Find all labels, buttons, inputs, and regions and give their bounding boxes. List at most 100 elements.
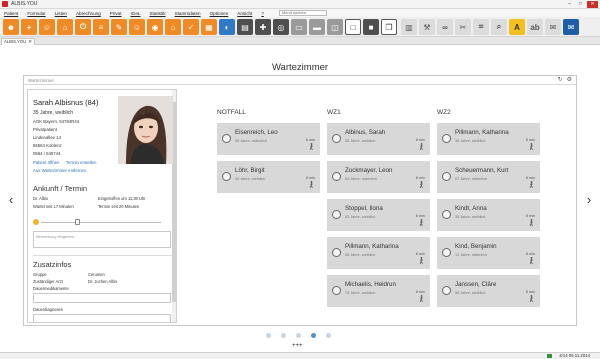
page-dot[interactable]: [296, 333, 301, 338]
people-icon[interactable]: ☺: [129, 19, 145, 35]
patient-age: 35 Jahre, weiblich: [33, 110, 74, 116]
menu-item-statistik[interactable]: Statistik: [149, 11, 165, 16]
menu-item-abrechnung[interactable]: Abrechnung: [76, 11, 101, 16]
page-dot[interactable]: [266, 333, 271, 338]
mail-icon[interactable]: ✉: [563, 19, 579, 35]
priority-slider-track[interactable]: [41, 222, 161, 223]
select-radio[interactable]: [222, 172, 231, 181]
person-add-icon[interactable]: +: [21, 19, 37, 35]
notes-input[interactable]: Bemerkung eingeben...: [33, 231, 171, 248]
home-icon[interactable]: ⌂: [165, 19, 181, 35]
card-desc: 35 Jahre, weiblich: [455, 215, 486, 219]
menu-item-optionen[interactable]: Optionen: [210, 11, 229, 16]
priority-slider-handle[interactable]: [75, 219, 80, 225]
target-icon[interactable]: ◎: [273, 19, 289, 35]
close-button[interactable]: ✕: [587, 1, 598, 8]
patient-card[interactable]: Albinus, Sarah 35 Jahre, weiblich 8 min: [327, 123, 430, 155]
select-radio[interactable]: [332, 286, 341, 295]
menu-item-patient[interactable]: Patient: [4, 11, 18, 16]
patient-card[interactable]: Scheuermann, Kurt 67 Jahre, männlich 8 m…: [437, 161, 540, 193]
menu-item-formular[interactable]: Formular: [27, 11, 45, 16]
card-desc: 55 Jahre, männlich: [235, 139, 268, 143]
medic-icon[interactable]: ✚: [255, 19, 271, 35]
patient-card[interactable]: Löhr, Birgit 35 Jahre, weiblich 8 min: [217, 161, 320, 193]
responsible-doctor-value: Dr. Jochen Albis: [88, 279, 118, 284]
square-dark-icon[interactable]: ■: [363, 19, 379, 35]
patient-card[interactable]: Zuckmayer, Leon 64 Jahre, männlich 8 min: [327, 161, 430, 193]
patient-card[interactable]: Pillmann, Katharina 36 Jahre, weiblich 8…: [437, 123, 540, 155]
add-waiting-room-button[interactable]: +++: [292, 343, 303, 349]
person-icon[interactable]: ☻: [3, 19, 19, 35]
patient-card[interactable]: Pillmann, Katharina 36 Jahre, weiblich 8…: [327, 237, 430, 269]
walking-person-icon: [419, 219, 423, 226]
create-appointment-link[interactable]: Termin erstellen: [66, 160, 96, 165]
card-wait-time: 8 min: [525, 252, 535, 256]
page-dot[interactable]: [281, 333, 286, 338]
tab-albis-you[interactable]: ALBIS.YOU ✕: [1, 38, 35, 45]
camera-icon[interactable]: ◉: [147, 19, 163, 35]
page-dot[interactable]: [326, 333, 331, 338]
patient-card[interactable]: Janssen, Cläre 58 Jahre, weiblich 8 min: [437, 275, 540, 307]
link-icon[interactable]: ∞: [437, 19, 453, 35]
patient-card[interactable]: Michaelis, Heidrun 78 Jahre, weiblich 8 …: [327, 275, 430, 307]
group-icon[interactable]: ☺: [39, 19, 55, 35]
menu-item-igel[interactable]: IGeL: [131, 11, 141, 16]
tag-icon[interactable]: ⌗: [473, 19, 489, 35]
next-page-button[interactable]: ›: [583, 192, 595, 207]
chart-icon[interactable]: ▤: [237, 19, 253, 35]
menu-item-privat[interactable]: Privat: [110, 11, 122, 16]
refresh-icon[interactable]: ↻: [558, 76, 563, 85]
menu-item-help[interactable]: ?: [261, 11, 264, 16]
edit-icon[interactable]: ✎: [111, 19, 127, 35]
text-a-icon[interactable]: A: [509, 19, 525, 35]
settings-gear-icon[interactable]: ⚙: [567, 76, 572, 85]
calendar-icon[interactable]: ▦: [201, 19, 217, 35]
text-ab-icon[interactable]: ab: [527, 19, 543, 35]
check-icon[interactable]: ✓: [183, 19, 199, 35]
menu-item-ansicht[interactable]: Ansicht: [237, 11, 252, 16]
patient-card[interactable]: Kind, Benjamin 12 Jahre, männlich 8 min: [437, 237, 540, 269]
menu-search-input[interactable]: Menü suchen: [278, 10, 327, 16]
select-radio[interactable]: [442, 210, 451, 219]
power-icon[interactable]: ⏻: [75, 19, 91, 35]
maximize-button[interactable]: □: [576, 1, 585, 8]
menu-item-listen[interactable]: Listen: [55, 11, 67, 16]
menu-item-stammdaten[interactable]: Stammdaten: [175, 11, 201, 16]
open-patient-link[interactable]: Patient öffnen: [33, 160, 59, 165]
column-title-notfall: NOTFALL: [217, 109, 246, 116]
select-radio[interactable]: [222, 134, 231, 143]
cards-icon[interactable]: ▭: [291, 19, 307, 35]
patient-card[interactable]: Eisenreich, Leo 55 Jahre, männlich 8 min: [217, 123, 320, 155]
minimize-button[interactable]: –: [565, 1, 574, 8]
select-radio[interactable]: [442, 248, 451, 257]
square-outline-icon[interactable]: □: [345, 19, 361, 35]
note-icon[interactable]: ✉: [545, 19, 561, 35]
document-icon[interactable]: ≡: [93, 19, 109, 35]
search-icon[interactable]: ⌕: [491, 19, 507, 35]
user-card-icon[interactable]: ◐: [219, 19, 235, 35]
remove-from-waiting-link[interactable]: Aus Wartezimmer entfernen: [33, 168, 86, 173]
select-radio[interactable]: [442, 286, 451, 295]
diagnoses-field[interactable]: [33, 314, 171, 322]
patient-card[interactable]: Kindt, Anna 35 Jahre, weiblich 8 min: [437, 199, 540, 231]
card-name: Kind, Benjamin: [455, 243, 497, 250]
copy-icon[interactable]: ❐: [381, 19, 397, 35]
wrench-icon[interactable]: ⚒: [419, 19, 435, 35]
page-dot-active[interactable]: [311, 333, 316, 338]
select-radio[interactable]: [442, 172, 451, 181]
medications-field[interactable]: [33, 293, 171, 303]
select-radio[interactable]: [332, 172, 341, 181]
box-icon[interactable]: ◫: [327, 19, 343, 35]
select-radio[interactable]: [442, 134, 451, 143]
prev-page-button[interactable]: ‹: [5, 192, 17, 207]
layout-icon[interactable]: ▥: [401, 19, 417, 35]
card-reader-icon[interactable]: ▬: [309, 19, 325, 35]
waiting-icon[interactable]: ⌂: [57, 19, 73, 35]
tab-close-icon[interactable]: ✕: [28, 39, 32, 45]
select-radio[interactable]: [332, 134, 341, 143]
card-name: Janssen, Cläre: [455, 281, 497, 288]
scissors-icon[interactable]: ✂: [455, 19, 471, 35]
select-radio[interactable]: [332, 210, 341, 219]
select-radio[interactable]: [332, 248, 341, 257]
patient-card[interactable]: Stoppel, Ilona 52 Jahre, weiblich 8 min: [327, 199, 430, 231]
